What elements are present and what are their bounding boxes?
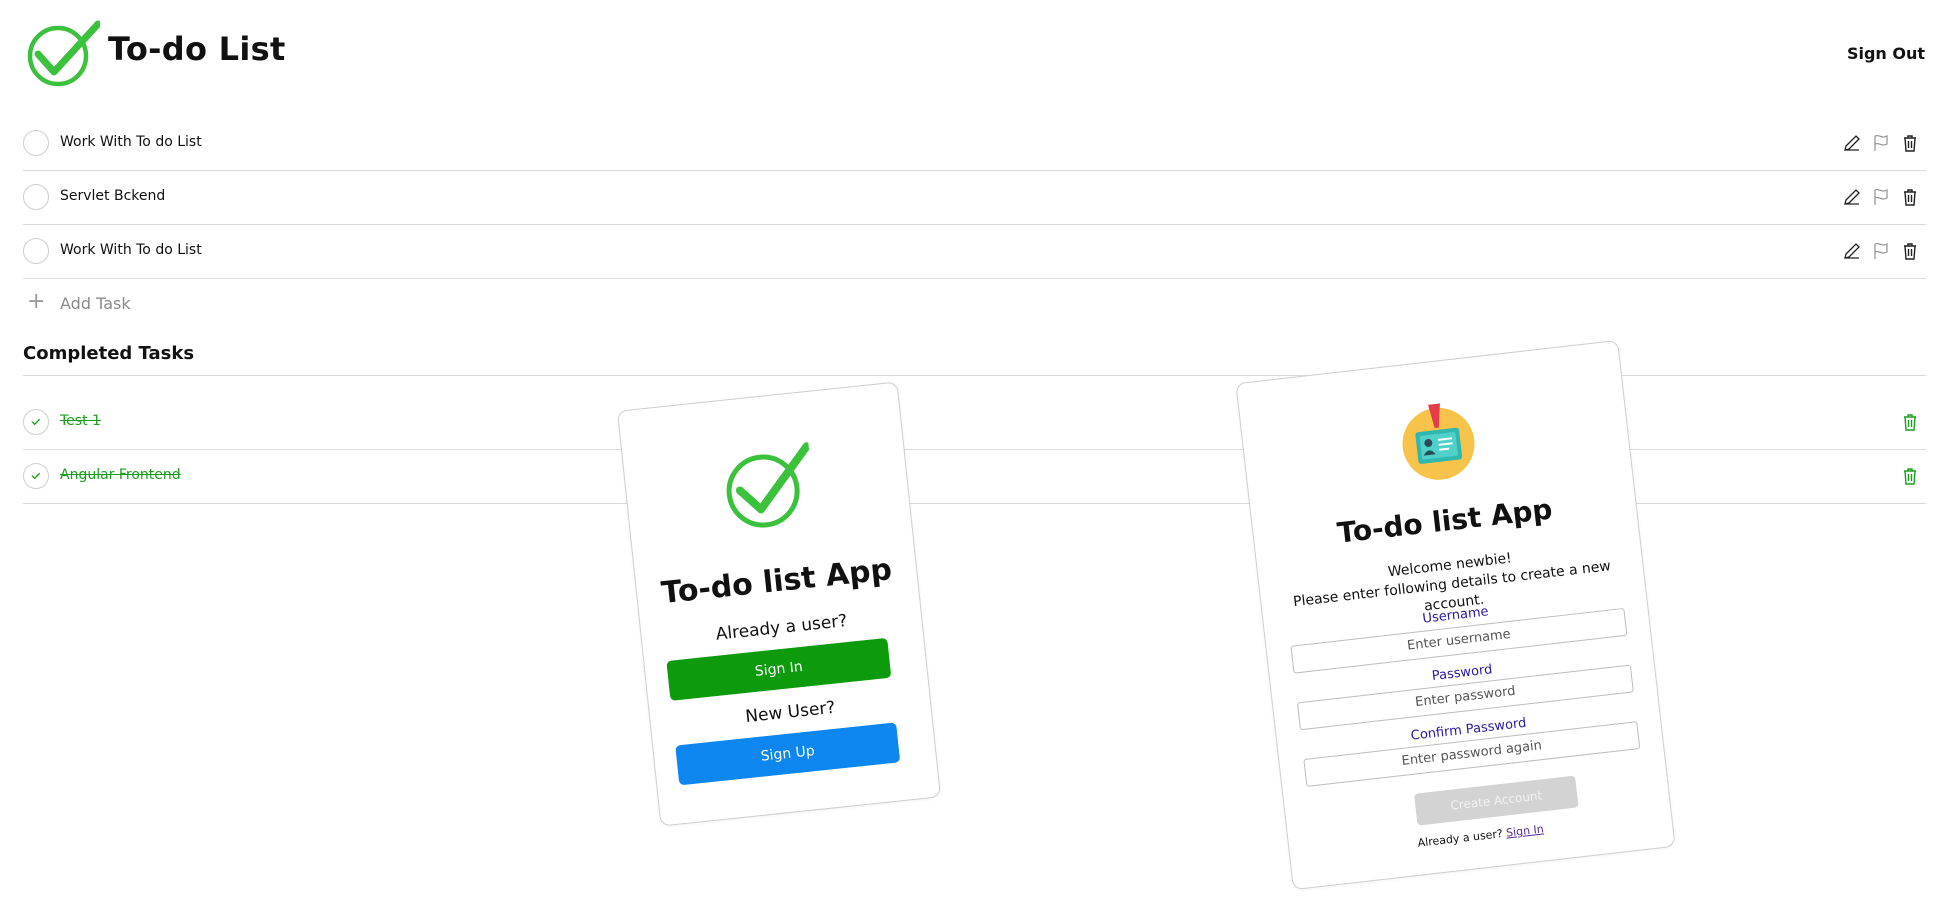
completed-task-label: Angular Frontend (60, 467, 181, 483)
task-actions (1842, 187, 1920, 207)
check-icon (31, 418, 41, 426)
trash-icon[interactable] (1900, 466, 1920, 486)
signin-card: To-do list App Already a user? Sign In N… (616, 381, 942, 827)
completed-tasks-heading: Completed Tasks (23, 343, 195, 364)
task-actions (1842, 241, 1920, 261)
task-checkbox[interactable] (23, 130, 49, 156)
task-actions (1900, 412, 1920, 432)
edit-icon[interactable] (1842, 133, 1862, 153)
already-user-footer-text: Already a user? (1417, 827, 1504, 850)
flag-icon[interactable] (1871, 133, 1891, 153)
task-row: Work With To do List (23, 225, 1926, 279)
sign-up-button[interactable]: Sign Up (675, 722, 901, 786)
sign-out-link[interactable]: Sign Out (1847, 44, 1925, 63)
sign-in-link[interactable]: Sign In (1505, 822, 1544, 839)
plus-icon: + (27, 289, 46, 314)
trash-icon[interactable] (1900, 241, 1920, 261)
completed-checkbox[interactable] (23, 409, 49, 435)
task-checkbox[interactable] (23, 238, 49, 264)
flag-icon[interactable] (1871, 241, 1891, 261)
check-logo-icon (27, 20, 100, 87)
edit-icon[interactable] (1842, 187, 1862, 207)
check-logo-icon (726, 442, 811, 528)
trash-icon[interactable] (1900, 412, 1920, 432)
task-label: Servlet Bckend (60, 188, 166, 204)
app-title: To-do List (108, 30, 286, 68)
signup-card: To-do list App Welcome newbie! Please en… (1235, 339, 1676, 891)
task-row: Servlet Bckend (23, 171, 1926, 225)
completed-task-label: Test 1 (60, 413, 101, 429)
task-label: Work With To do List (60, 134, 202, 150)
completed-task-row: Angular Frontend (23, 450, 1926, 504)
id-badge-icon (1402, 403, 1475, 480)
task-row: Work With To do List (23, 117, 1926, 171)
create-account-button[interactable]: Create Account (1413, 775, 1579, 826)
check-icon (31, 472, 41, 480)
trash-icon[interactable] (1900, 133, 1920, 153)
flag-icon[interactable] (1871, 187, 1891, 207)
divider (23, 375, 1926, 376)
add-task-label: Add Task (60, 294, 131, 313)
task-actions (1842, 133, 1920, 153)
trash-icon[interactable] (1900, 187, 1920, 207)
task-checkbox[interactable] (23, 184, 49, 210)
sign-in-button[interactable]: Sign In (666, 637, 892, 701)
completed-task-row: Test 1 (23, 396, 1926, 450)
edit-icon[interactable] (1842, 241, 1862, 261)
task-actions (1900, 466, 1920, 486)
task-label: Work With To do List (60, 242, 202, 258)
signin-card-title: To-do list App (659, 552, 894, 612)
header: To-do List Sign Out (0, 0, 1949, 110)
completed-checkbox[interactable] (23, 463, 49, 489)
